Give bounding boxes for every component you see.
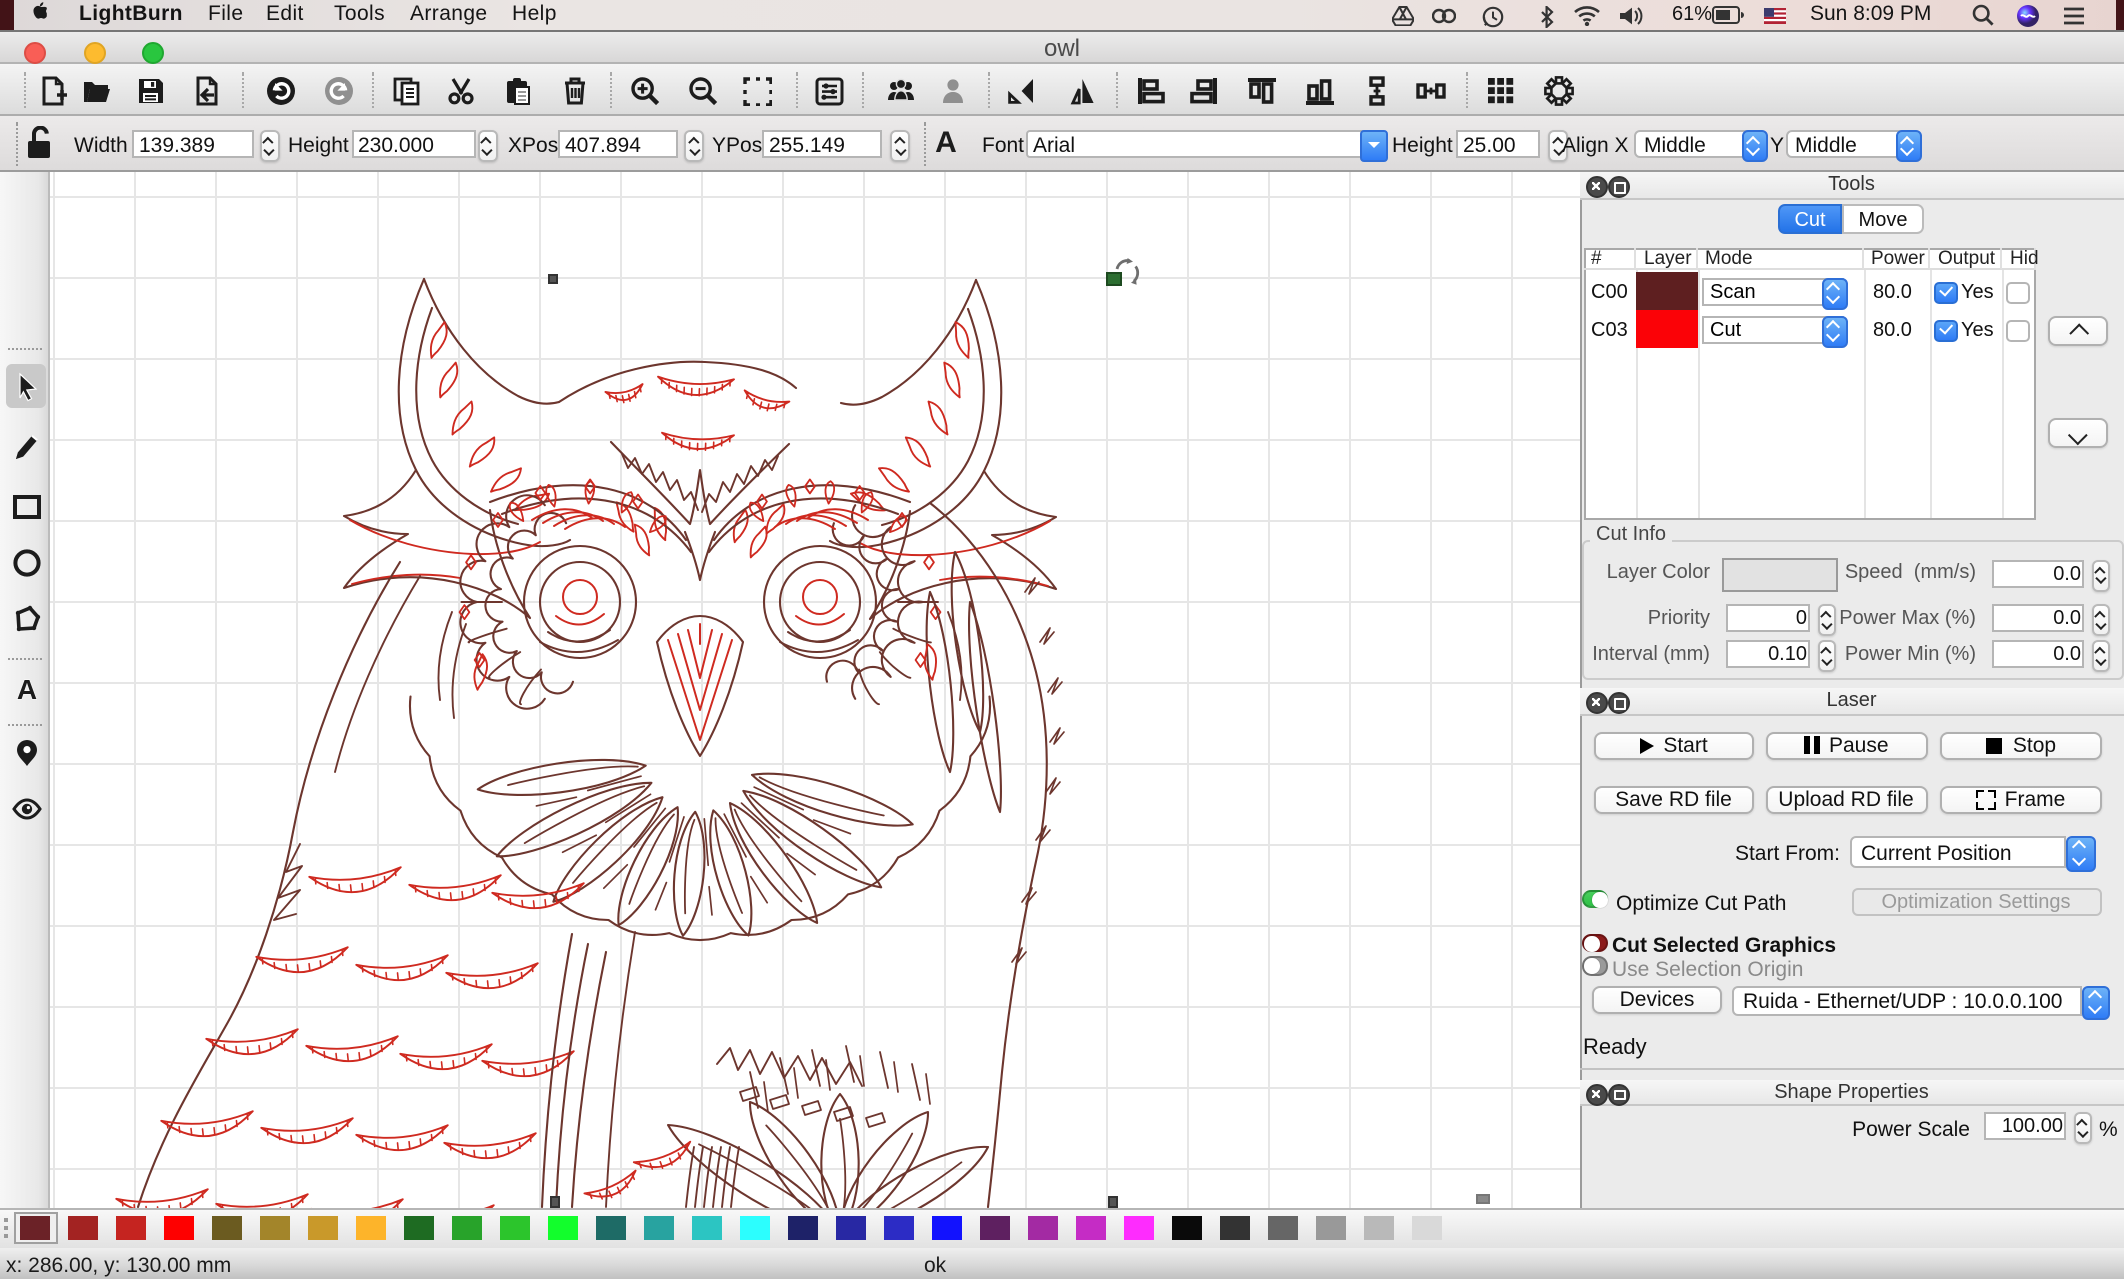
svg-text:A: A: [16, 674, 36, 704]
svg-text:A: A: [935, 126, 957, 156]
